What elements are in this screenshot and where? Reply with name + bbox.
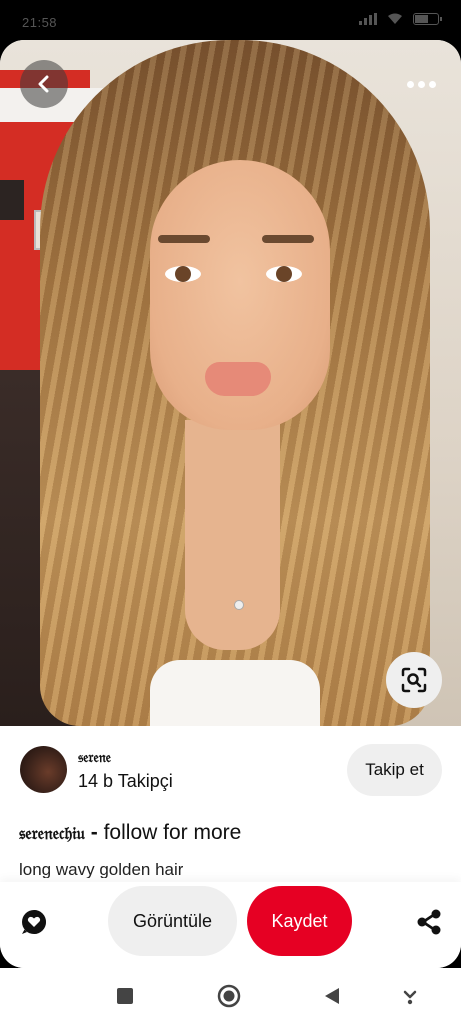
pin-image[interactable] <box>0 40 461 726</box>
eyebrow <box>262 235 314 243</box>
lips <box>205 362 271 396</box>
avatar[interactable] <box>20 746 67 793</box>
more-options-button[interactable] <box>397 60 445 108</box>
view-button[interactable]: Görüntüle <box>108 886 237 956</box>
white-top <box>150 660 320 726</box>
title-separator: - <box>84 821 104 844</box>
nav-extra-button[interactable] <box>396 982 424 1010</box>
creator-row: 𝔰𝔢𝔯𝔢𝔫𝔢 14 b Takipçi Takip et <box>0 740 461 810</box>
heart-bubble-icon <box>22 910 46 935</box>
share-button[interactable] <box>411 904 447 940</box>
pin-description: long wavy golden hair <box>19 860 184 878</box>
follow-button[interactable]: Takip et <box>347 744 442 796</box>
eye <box>165 266 201 282</box>
action-bar: Görüntüle Kaydet <box>0 882 461 968</box>
necklace-pendant <box>234 600 244 610</box>
battery-icon <box>413 13 442 25</box>
visual-search-icon <box>401 667 427 693</box>
square-icon <box>117 988 133 1004</box>
neck <box>185 420 280 650</box>
status-time: 21:58 <box>22 15 58 30</box>
creator-name[interactable]: 𝔰𝔢𝔯𝔢𝔫𝔢 <box>78 750 111 766</box>
circle-icon <box>217 984 241 1008</box>
title-username: 𝔰𝔢𝔯𝔢𝔫𝔢𝔠𝔥𝔦𝔲 <box>19 824 85 844</box>
system-back-button[interactable] <box>318 982 346 1010</box>
back-button[interactable] <box>20 60 68 108</box>
signal-icon <box>359 13 377 25</box>
more-dots-icon <box>428 80 436 88</box>
more-dots-icon <box>417 80 425 88</box>
background-frame <box>0 180 24 220</box>
back-arrow-icon <box>38 75 49 93</box>
triangle-back-icon <box>325 988 339 1004</box>
pin-title: 𝔰𝔢𝔯𝔢𝔫𝔢𝔠𝔥𝔦𝔲 - follow for more <box>19 821 241 845</box>
status-bar: 21:58 <box>0 0 461 40</box>
eyebrow <box>158 235 210 243</box>
follower-count: 14 b Takipçi <box>78 771 173 791</box>
eye <box>266 266 302 282</box>
pin-sheet: 𝔰𝔢𝔯𝔢𝔫𝔢 14 b Takipçi Takip et 𝔰𝔢𝔯𝔢𝔫𝔢𝔠𝔥𝔦𝔲 … <box>0 40 461 968</box>
nav-down-icon <box>403 990 417 1005</box>
share-icon <box>417 909 441 935</box>
save-button[interactable]: Kaydet <box>247 886 352 956</box>
home-button[interactable] <box>215 982 243 1010</box>
visual-search-button[interactable] <box>386 652 442 708</box>
status-icons <box>359 13 442 25</box>
more-dots-icon <box>406 80 414 88</box>
wifi-icon <box>388 13 402 24</box>
recents-button[interactable] <box>111 982 139 1010</box>
react-button[interactable] <box>16 904 52 940</box>
android-nav-bar <box>0 968 461 1024</box>
title-text: follow for more <box>103 821 242 844</box>
